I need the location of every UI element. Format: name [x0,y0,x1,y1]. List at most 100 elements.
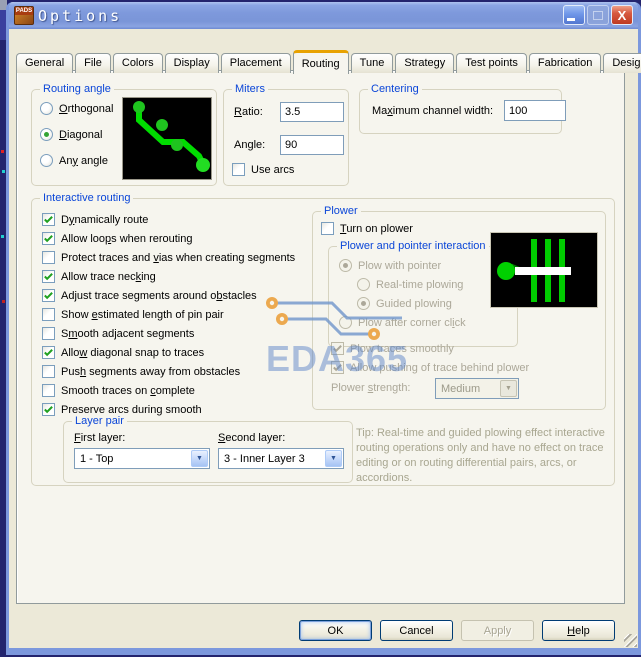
checkbox-label: Plow traces smoothly [350,342,454,355]
routing-angle-preview-image [122,97,212,180]
angle-input[interactable] [280,135,344,155]
background-speck [2,300,5,303]
checkbox-box[interactable] [232,163,245,176]
checkbox-allow-loops[interactable]: Allow loops when rerouting [42,232,295,245]
tab-tune[interactable]: Tune [350,53,394,73]
radio-any-angle[interactable]: Any angle [40,154,113,167]
tab-file[interactable]: File [75,53,111,73]
checkbox-turn-on-plower[interactable]: Turn on plower [321,222,413,235]
checkbox-label: Allow loops when rerouting [61,232,193,245]
radio-circle[interactable] [40,154,53,167]
radio-label: Plow with pointer [358,259,442,272]
layer-pair-group: Layer pair First layer: 1 - Top ▼ Second… [63,414,353,483]
checkbox-box[interactable] [42,308,55,321]
checkbox-box[interactable] [42,251,55,264]
chevron-down-icon[interactable]: ▼ [325,450,342,467]
checkbox-box[interactable] [42,365,55,378]
tab-general[interactable]: General [16,53,74,73]
checkbox-smooth-adjacent-segments[interactable]: Smooth adjacent segments [42,327,295,340]
close-icon[interactable]: X [611,5,633,25]
tab-routing[interactable]: Routing [292,50,349,74]
checkbox-adjust-trace-segments[interactable]: Adjust trace segments around obstacles [42,289,295,302]
dropdown-value: Medium [441,382,481,395]
checkbox-use-arcs[interactable]: Use arcs [232,163,294,176]
checkbox-label: Show estimated length of pin pair [61,308,224,321]
plower-strength-dropdown: Medium ▼ [435,378,519,399]
tab-strategy[interactable]: Strategy [395,53,455,73]
plower-pointer-interaction-label: Plower and pointer interaction [337,239,489,253]
checkbox-box[interactable] [42,384,55,397]
routing-tab-page: Routing angle Orthogonal Diagonal Any an… [16,70,625,604]
app-icon-text: PADS [14,7,34,15]
checkbox-allow-trace-necking[interactable]: Allow trace necking [42,270,295,283]
checkbox-allow-diagonal-snap[interactable]: Allow diagonal snap to traces [42,346,295,359]
dropdown-value: 3 - Inner Layer 3 [224,452,305,465]
checkbox-label: Smooth traces on complete [61,384,195,397]
checkbox-box [331,342,344,355]
second-layer-dropdown[interactable]: 3 - Inner Layer 3 ▼ [218,448,344,469]
checkbox-protect-traces-vias[interactable]: Protect traces and vias when creating se… [42,251,295,264]
radio-real-time-plowing: Real-time plowing [357,278,463,291]
checkbox-push-segments-away[interactable]: Push segments away from obstacles [42,365,295,378]
titlebar[interactable]: PADS Options X [9,2,638,29]
checkbox-box[interactable] [42,232,55,245]
tab-display[interactable]: Display [164,53,219,73]
checkbox-box[interactable] [42,403,55,416]
checkbox-plow-traces-smoothly: Plow traces smoothly [331,342,454,355]
checkbox-box[interactable] [42,270,55,283]
minimize-icon[interactable] [563,5,585,25]
radio-diagonal[interactable]: Diagonal [40,128,113,141]
miters-group-label: Miters [232,82,268,96]
ratio-input[interactable] [280,102,344,122]
tab-colors[interactable]: Colors [112,53,163,73]
radio-circle[interactable] [40,128,53,141]
centering-group-label: Centering [368,82,422,96]
tab-design-verification[interactable]: Design verification [603,53,641,73]
ratio-label: Ratio: [234,106,263,118]
options-dialog: PADS Options X General File Colors Displ… [6,2,641,655]
checkbox-label: Push segments away from obstacles [61,365,241,378]
tip-text: Tip: Real-time and guided plowing effect… [356,427,605,484]
radio-circle [339,259,352,272]
checkbox-box[interactable] [42,289,55,302]
checkbox-dynamically-route[interactable]: Dynamically route [42,213,295,226]
interactive-routing-group: Interactive routing Dynamically route Al… [31,191,615,486]
tab-placement[interactable]: Placement [220,53,291,73]
resize-grip[interactable] [624,634,637,647]
first-layer-label: First layer: [74,432,126,444]
radio-label: Any angle [59,154,108,167]
background-speck [1,235,4,238]
radio-guided-plowing: Guided plowing [357,297,452,310]
checkbox-label: Protect traces and vias when creating se… [61,251,296,264]
radio-circle[interactable] [40,102,53,115]
miters-group: Miters Ratio: Angle: Use arcs [223,82,349,186]
checkbox-smooth-traces-complete[interactable]: Smooth traces on complete [42,384,295,397]
first-layer-dropdown[interactable]: 1 - Top ▼ [74,448,210,469]
checkbox-box[interactable] [42,213,55,226]
checkbox-show-estimated-length[interactable]: Show estimated length of pin pair [42,308,295,321]
ok-button[interactable]: OK [299,620,372,641]
checkbox-allow-pushing-trace: Allow pushing of trace behind plower [331,361,529,374]
centering-group: Centering Maximum channel width: [359,82,566,134]
checkbox-box[interactable] [42,346,55,359]
radio-label: Plow after corner click [358,316,466,329]
apply-button: Apply [461,620,534,641]
help-button[interactable]: Help [542,620,615,641]
checkbox-box[interactable] [42,327,55,340]
max-channel-width-label: Maximum channel width: [372,105,494,117]
chevron-down-icon[interactable]: ▼ [191,450,208,467]
maximize-icon [587,5,609,25]
background-speck [1,150,4,153]
tab-fabrication[interactable]: Fabrication [528,53,602,73]
background-speck [2,170,5,173]
radio-orthogonal[interactable]: Orthogonal [40,102,113,115]
plower-group: Plower Turn on plower Plower and pointer… [312,204,606,410]
dropdown-value: 1 - Top [80,452,114,465]
cancel-button[interactable]: Cancel [380,620,453,641]
checkbox-box[interactable] [321,222,334,235]
radio-label: Diagonal [59,128,103,141]
radio-label: Orthogonal [59,102,114,115]
layer-pair-group-label: Layer pair [72,414,127,428]
tab-test-points[interactable]: Test points [456,53,527,73]
max-channel-width-input[interactable] [504,100,566,121]
